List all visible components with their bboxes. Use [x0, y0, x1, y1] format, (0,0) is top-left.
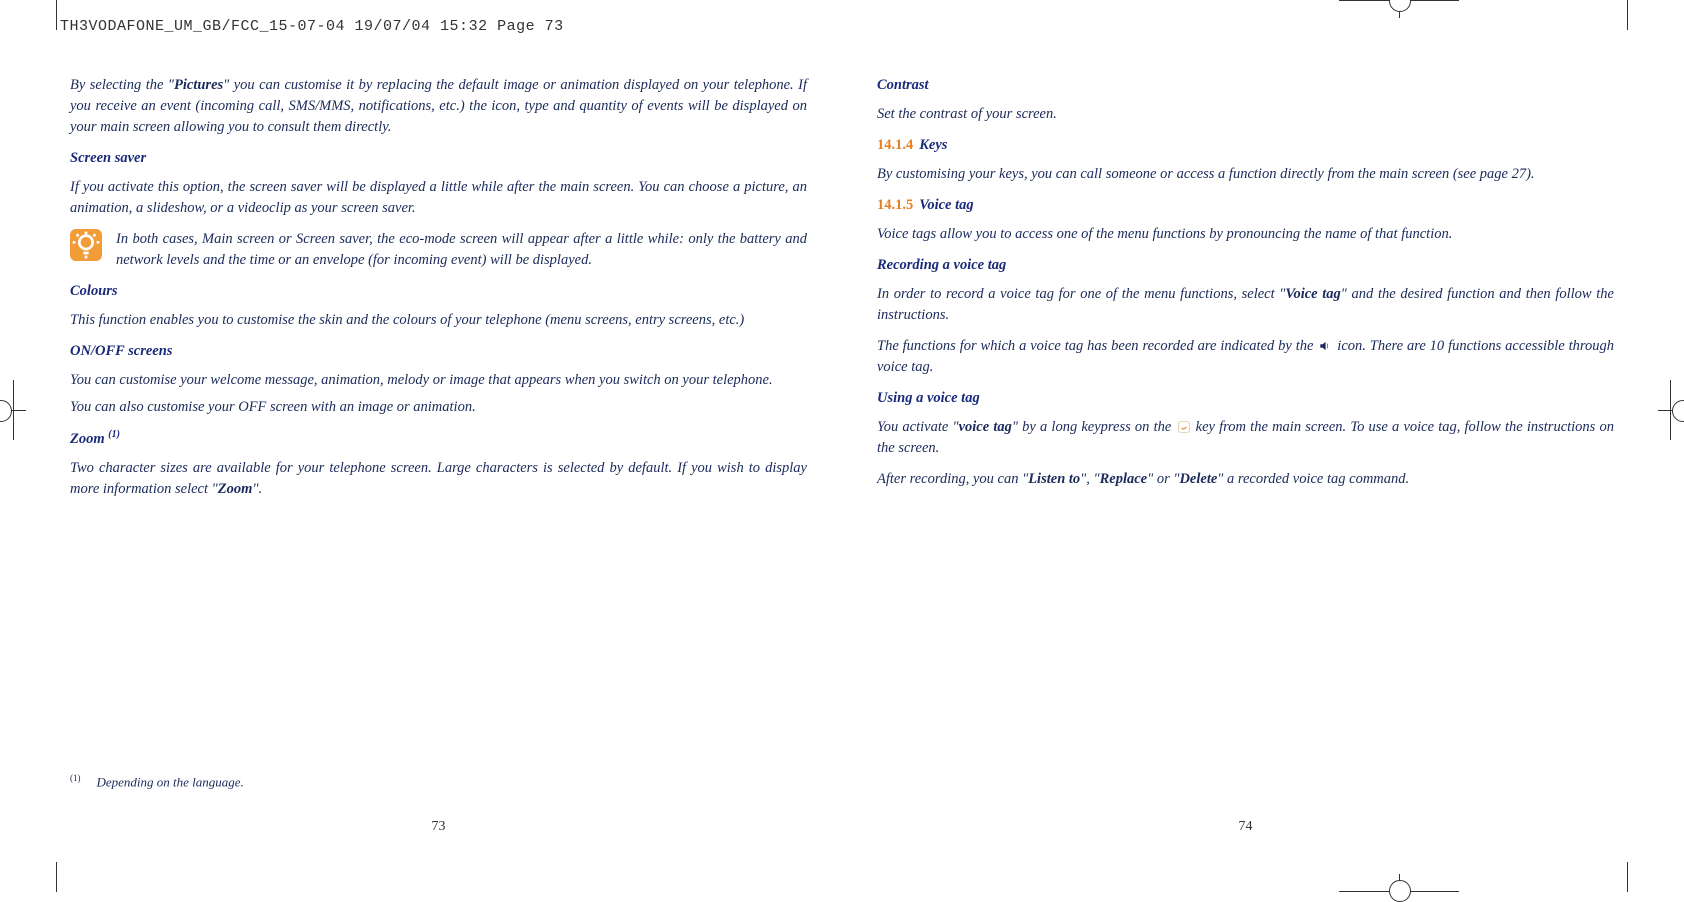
paragraph: If you activate this option, the screen … — [70, 177, 807, 219]
paragraph: Two character sizes are available for yo… — [70, 458, 807, 500]
footnote: (1)Depending on the language. — [70, 772, 244, 792]
crop-mark-left — [0, 380, 26, 440]
paragraph: This function enables you to customise t… — [70, 310, 807, 331]
heading-recording-voice-tag: Recording a voice tag — [877, 255, 1614, 276]
heading-using-voice-tag: Using a voice tag — [877, 388, 1614, 409]
paragraph: By customising your keys, you can call s… — [877, 164, 1614, 185]
corner-mark — [56, 0, 57, 30]
paragraph: You activate "voice tag" by a long keypr… — [877, 417, 1614, 459]
heading-onoff-screens: ON/OFF screens — [70, 341, 807, 362]
crop-mark-right — [1658, 380, 1684, 440]
crop-mark-top — [1339, 0, 1459, 26]
heading-colours: Colours — [70, 281, 807, 302]
speaker-icon — [1317, 339, 1333, 353]
paragraph: Voice tags allow you to access one of th… — [877, 224, 1614, 245]
phone-key-icon — [1176, 420, 1192, 434]
paragraph: By selecting the "Pictures" you can cust… — [70, 75, 807, 138]
heading-screen-saver: Screen saver — [70, 148, 807, 169]
page-number: 73 — [70, 817, 807, 837]
section-voice-tag: 14.1.5Voice tag — [877, 195, 1614, 216]
corner-mark — [56, 862, 57, 892]
corner-mark — [1627, 0, 1628, 30]
section-keys: 14.1.4Keys — [877, 135, 1614, 156]
corner-mark — [1627, 862, 1628, 892]
crop-mark-bottom — [1339, 866, 1459, 892]
note-block: In both cases, Main screen or Screen sav… — [70, 229, 807, 271]
paragraph: Set the contrast of your screen. — [877, 104, 1614, 125]
paragraph: You can customise your welcome message, … — [70, 370, 807, 391]
pdf-header-line: TH3VODAFONE_UM_GB/FCC_15-07-04 19/07/04 … — [60, 18, 564, 35]
tip-icon — [70, 229, 102, 261]
page-right: Contrast Set the contrast of your screen… — [877, 75, 1614, 852]
note-text: In both cases, Main screen or Screen sav… — [116, 229, 807, 271]
page-spread: By selecting the "Pictures" you can cust… — [70, 75, 1614, 852]
heading-zoom: Zoom (1) — [70, 428, 807, 450]
page-number: 74 — [877, 817, 1614, 837]
page-left: By selecting the "Pictures" you can cust… — [70, 75, 807, 852]
paragraph: After recording, you can "Listen to", "R… — [877, 469, 1614, 490]
heading-contrast: Contrast — [877, 75, 1614, 96]
paragraph: In order to record a voice tag for one o… — [877, 284, 1614, 326]
paragraph: The functions for which a voice tag has … — [877, 336, 1614, 378]
paragraph: You can also customise your OFF screen w… — [70, 397, 807, 418]
